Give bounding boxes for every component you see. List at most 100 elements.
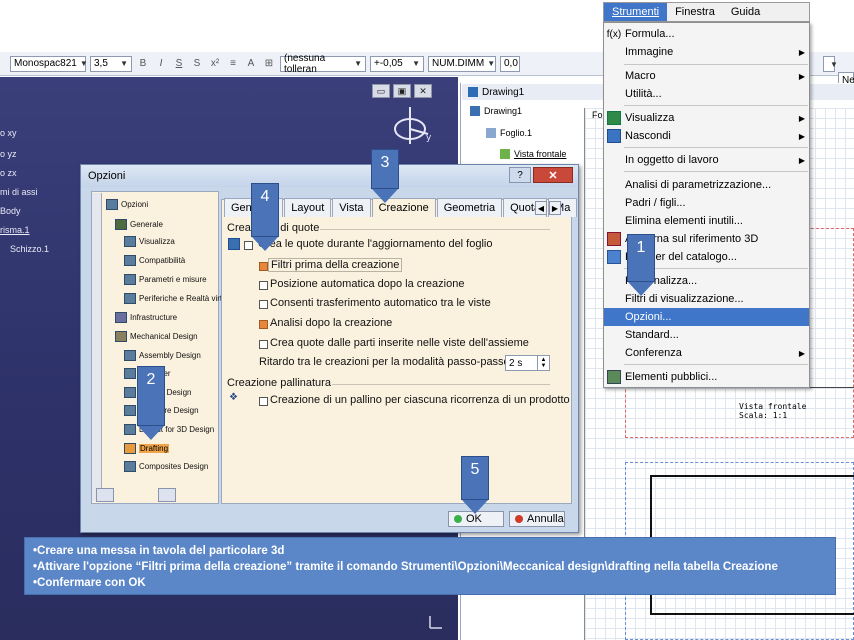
delay-stepper[interactable]: 2 s ▲ ▼ xyxy=(505,355,550,371)
step-number: 4 xyxy=(251,183,279,237)
tree-item[interactable]: o xy xyxy=(0,128,17,138)
strike-icon[interactable]: S xyxy=(190,56,204,72)
menu-item-label: Formula... xyxy=(625,28,675,40)
tree-item[interactable]: risma.1 xyxy=(0,225,30,235)
chevron-down-icon: ▼ xyxy=(487,59,496,68)
menu-guida[interactable]: Guida xyxy=(723,3,768,21)
menu-item-formula[interactable]: f(x) Formula... xyxy=(604,25,809,43)
help-button[interactable]: ? xyxy=(509,167,531,183)
tree-label: Vista frontale xyxy=(514,149,567,159)
tree-node-parametri[interactable]: Parametri e misure xyxy=(124,274,207,285)
menu-item-standard[interactable]: Standard... xyxy=(604,326,809,344)
checkbox-pallino[interactable] xyxy=(259,397,268,406)
num-value-select[interactable]: 0,0 xyxy=(500,55,520,72)
tree-item[interactable]: mi di assi xyxy=(0,187,38,197)
menu-item-elementi-pubblici[interactable]: Elementi pubblici... xyxy=(604,368,809,386)
font-select[interactable]: Monospac821 ▼ xyxy=(10,55,88,72)
menu-item-immagine[interactable]: Immagine ▶ xyxy=(604,43,809,61)
italic-icon[interactable]: I xyxy=(154,56,168,72)
visualize-icon xyxy=(607,111,621,125)
drawing-tree-root[interactable]: Drawing1 xyxy=(470,106,522,116)
menu-item-visualizza[interactable]: Visualizza ▶ xyxy=(604,109,809,127)
menu-finestra[interactable]: Finestra xyxy=(667,3,723,21)
drawing-tree-sheet[interactable]: Foglio.1 xyxy=(486,128,532,138)
ok-icon xyxy=(454,515,462,523)
tree-node-infrastructure[interactable]: Infrastructure xyxy=(115,312,177,323)
menu-separator xyxy=(624,64,808,65)
tree-node-assembly[interactable]: Assembly Design xyxy=(124,350,201,361)
display-icon xyxy=(124,236,136,247)
tree-tool-icon[interactable] xyxy=(158,488,176,502)
params-icon xyxy=(124,274,136,285)
checkbox-filtri-creazione[interactable] xyxy=(259,262,268,271)
menu-separator xyxy=(624,147,808,148)
menu-item-utilita[interactable]: Utilità... xyxy=(604,85,809,103)
view-caption: Vista frontale Scala: 1:1 xyxy=(739,402,806,420)
checkbox-trasferimento[interactable] xyxy=(259,300,268,309)
checkbox-posizione-automatica[interactable] xyxy=(259,281,268,290)
bold-icon[interactable]: B xyxy=(136,56,150,72)
cancel-button[interactable]: Annulla xyxy=(509,511,565,527)
select-arrow[interactable]: ▼ xyxy=(823,56,838,72)
num-format-select[interactable]: NUM.DIMM ▼ xyxy=(428,55,496,72)
tree-node-opzioni[interactable]: Opzioni xyxy=(106,199,148,210)
underline-icon[interactable]: S xyxy=(172,56,186,72)
menu-separator xyxy=(624,171,808,172)
tolerance-value-select[interactable]: +-0,05 ▼ xyxy=(370,55,424,72)
drafting-icon xyxy=(124,443,136,454)
menu-separator xyxy=(624,105,808,106)
submenu-arrow-icon: ▶ xyxy=(798,47,805,57)
opt-filtri-label: Filtri prima della creazione xyxy=(268,258,403,272)
tab-geometria[interactable]: Geometria xyxy=(436,198,503,217)
submenu-arrow-icon: ▶ xyxy=(798,131,805,141)
tree-node-generale[interactable]: Generale xyxy=(115,219,163,230)
tree-node-mechanical-design[interactable]: Mechanical Design xyxy=(115,331,198,342)
tab-vista[interactable]: Vista xyxy=(332,198,371,217)
strumenti-menu: f(x) Formula... Immagine ▶ Macro ▶ Utilità.… xyxy=(603,22,810,388)
maximize-icon[interactable]: ▣ xyxy=(393,84,411,98)
tree-node-composites[interactable]: Composites Design xyxy=(124,461,208,472)
menu-item-conferenza[interactable]: Conferenza ▶ xyxy=(604,344,809,362)
view-icon xyxy=(500,149,510,159)
menu-strumenti[interactable]: Strumenti xyxy=(604,3,668,21)
align-icon[interactable]: ≡ xyxy=(226,56,240,72)
close-icon[interactable]: ✕ xyxy=(414,84,432,98)
menu-item-padri-figli[interactable]: Padri / figli... xyxy=(604,194,809,212)
minimize-icon[interactable]: ▭ xyxy=(372,84,390,98)
menu-item-macro[interactable]: Macro ▶ xyxy=(604,67,809,85)
superscript-icon[interactable]: x² xyxy=(208,56,222,72)
menu-item-oggetto-lavoro[interactable]: In oggetto di lavoro ▶ xyxy=(604,151,809,169)
stepper-arrows-icon[interactable]: ▲ ▼ xyxy=(537,356,549,370)
menu-item-nascondi[interactable]: Nascondi ▶ xyxy=(604,127,809,145)
menu-item-analisi[interactable]: Analisi di parametrizzazione... xyxy=(604,176,809,194)
frame-icon[interactable]: A xyxy=(244,56,258,72)
anchor-icon[interactable]: ⊞ xyxy=(262,56,276,72)
tree-item[interactable]: Body xyxy=(0,206,21,216)
tree-tool-icon[interactable] xyxy=(96,488,114,502)
tree-node-visualizza[interactable]: Visualizza xyxy=(124,236,175,247)
section-divider xyxy=(320,229,550,230)
checkbox-quote-assieme[interactable] xyxy=(259,340,268,349)
checkbox-analisi[interactable] xyxy=(259,320,268,329)
scale-label: Scala: 1:1 xyxy=(739,411,788,420)
tree-scrollbar[interactable] xyxy=(92,193,102,501)
drawing-tree-view[interactable]: Vista frontale xyxy=(500,149,566,159)
tree-node-compatibilita[interactable]: Compatibilità xyxy=(124,255,185,266)
tree-item[interactable]: o yz xyxy=(0,149,17,159)
tree-node-periferiche[interactable]: Periferiche e Realtà virtu xyxy=(124,293,227,304)
chevron-right-icon[interactable]: ▶ xyxy=(549,201,561,215)
num-format-value: NUM.DIMM xyxy=(432,58,485,69)
menu-item-label: Utilità... xyxy=(625,88,662,100)
size-select[interactable]: 3,5 ▼ xyxy=(90,55,132,72)
tree-item[interactable]: Schizzo.1 xyxy=(10,244,49,254)
menu-item-opzioni[interactable]: Opzioni... xyxy=(604,308,809,326)
close-button[interactable]: ✕ xyxy=(533,167,573,183)
tree-item[interactable]: o zx xyxy=(0,168,17,178)
tolerance-select[interactable]: (nessuna tolleran ▼ xyxy=(280,53,366,75)
chevron-left-icon[interactable]: ◀ xyxy=(535,201,547,215)
menu-item-elimina[interactable]: Elimina elementi inutili... xyxy=(604,212,809,230)
tab-layout[interactable]: Layout xyxy=(284,198,332,217)
tree-node-drafting[interactable]: Drafting xyxy=(124,443,170,454)
tree-label: Composites Design xyxy=(139,462,209,471)
tree-label: Mechanical Design xyxy=(130,332,198,341)
